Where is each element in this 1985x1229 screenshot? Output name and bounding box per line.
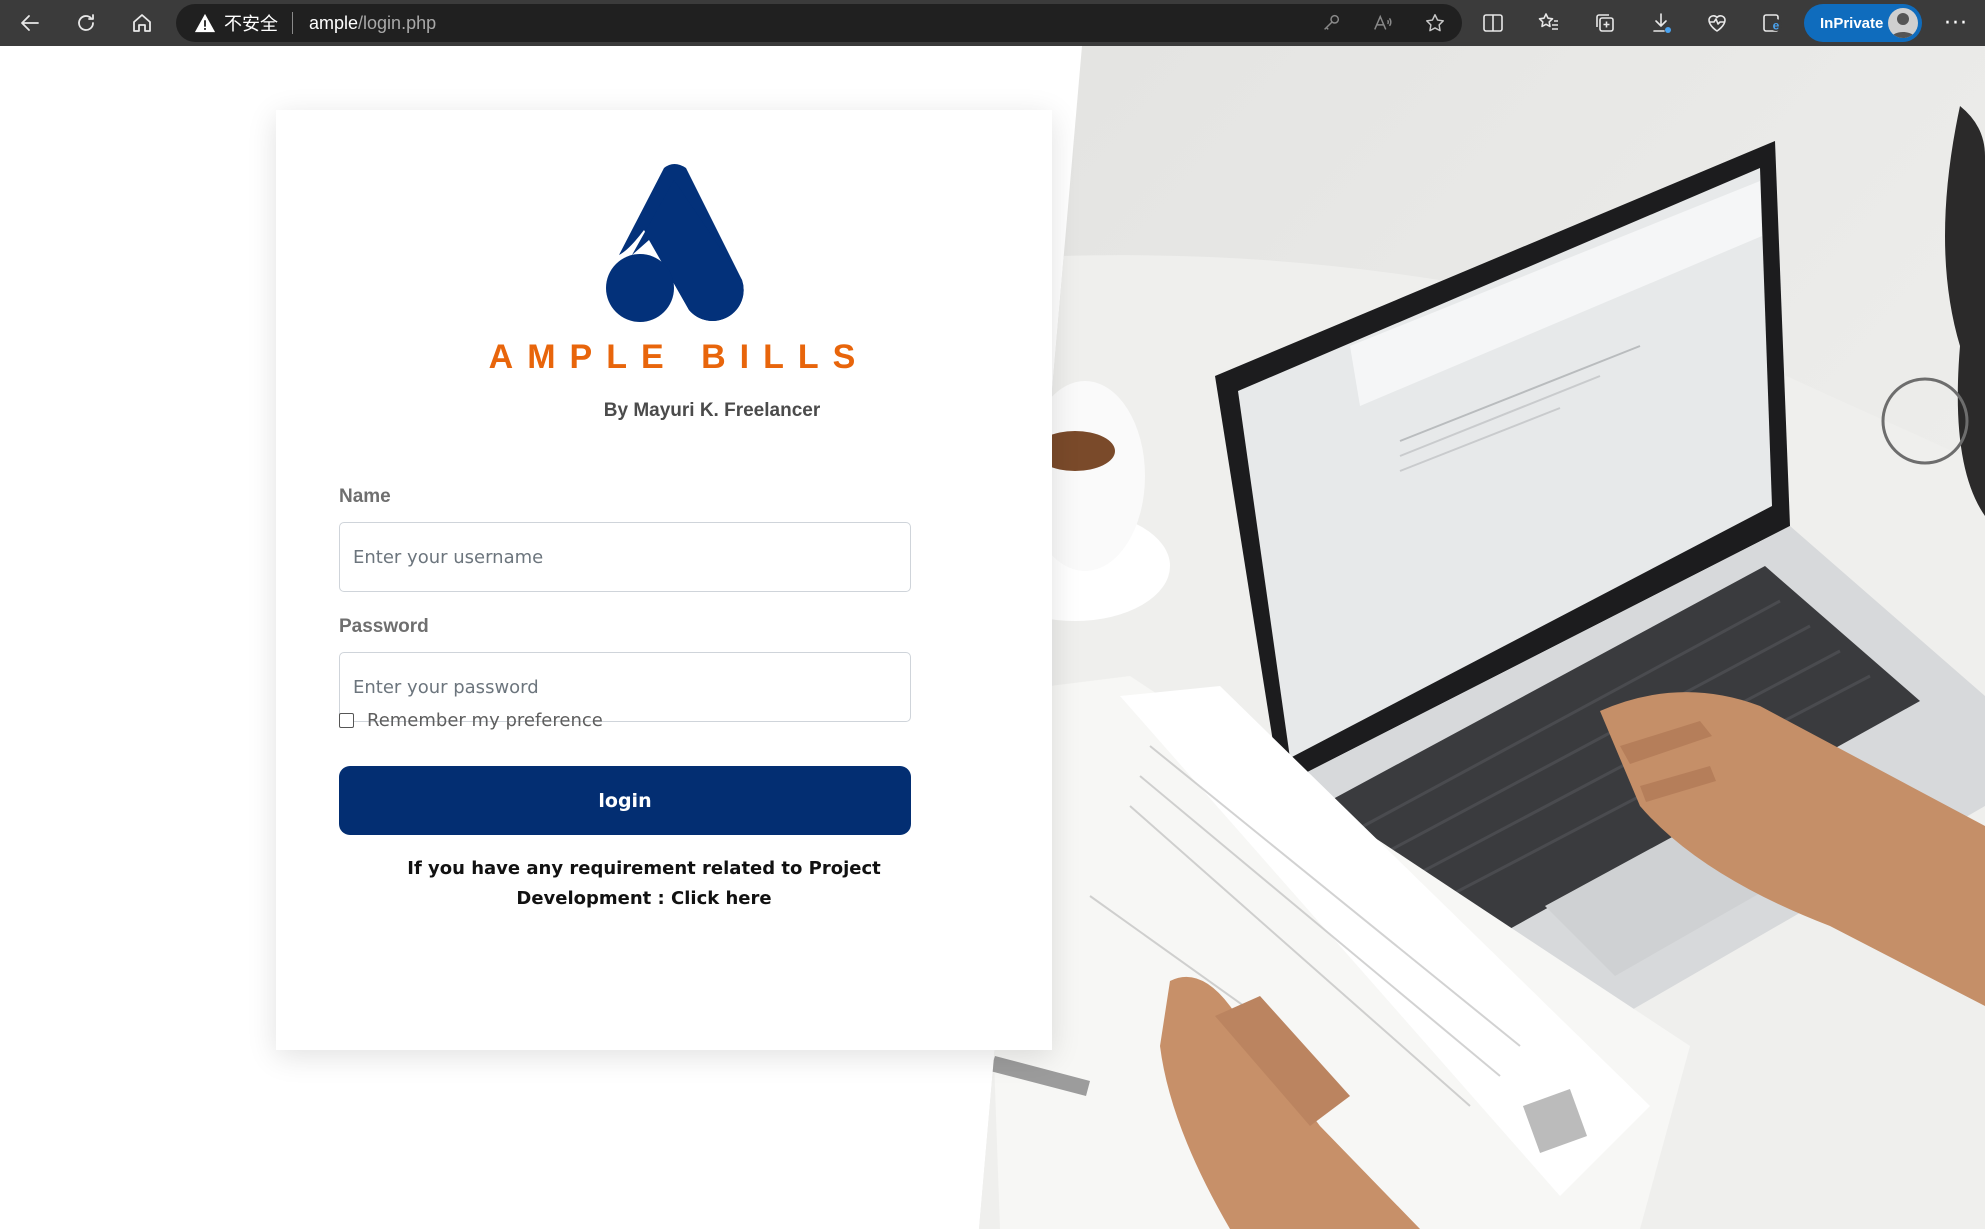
inprivate-button[interactable]: InPrivate [1804, 4, 1922, 42]
brand-byline: By Mayuri K. Freelancer [603, 400, 821, 421]
ie-mode-button[interactable]: e [1758, 8, 1788, 38]
key-icon[interactable] [1320, 12, 1342, 34]
profile-avatar [1888, 8, 1918, 38]
heartbeat-icon [1708, 15, 1726, 32]
password-label: Password [339, 616, 429, 637]
name-label: Name [339, 486, 391, 507]
address-bar[interactable]: 不安全 ample/login.php [176, 4, 1462, 42]
favorites-button[interactable] [1534, 8, 1564, 38]
refresh-icon [78, 14, 94, 31]
performance-button[interactable] [1702, 8, 1732, 38]
collections-button[interactable] [1590, 8, 1620, 38]
split-screen-button[interactable] [1478, 8, 1508, 38]
security-status[interactable]: 不安全 [224, 10, 278, 36]
url-host: ample [309, 12, 359, 33]
click-here-link[interactable]: Click here [671, 888, 772, 909]
remember-preference[interactable]: Remember my preference [339, 710, 603, 731]
collections-icon [1596, 14, 1614, 32]
read-aloud-icon[interactable] [1372, 12, 1394, 34]
favorite-star-icon[interactable] [1424, 12, 1446, 34]
project-requirement-note: If you have any requirement related to P… [339, 854, 949, 914]
warning-icon [194, 13, 216, 33]
settings-more-button[interactable]: ··· [1940, 8, 1972, 38]
address-divider [292, 12, 293, 34]
login-page: AMPLE BILLS By Mayuri K. Freelancer Name… [0, 46, 1985, 1229]
brand-name: AMPLE BILLS [488, 338, 870, 376]
favorites-list-icon [1538, 13, 1558, 30]
remember-label[interactable]: Remember my preference [367, 710, 603, 731]
remember-checkbox[interactable] [339, 713, 354, 728]
username-input[interactable] [339, 522, 911, 592]
split-screen-icon [1483, 14, 1503, 32]
browser-tools: e [1478, 0, 1788, 46]
address-actions [1320, 4, 1446, 42]
home-icon [133, 14, 151, 32]
download-icon [1653, 13, 1671, 33]
login-card: AMPLE BILLS By Mayuri K. Freelancer Name… [276, 110, 1052, 1050]
ie-mode-icon: e [1763, 14, 1782, 33]
refresh-button[interactable] [64, 4, 108, 42]
browser-toolbar: 不安全 ample/login.php e InPrivate ··· [0, 0, 1985, 46]
url-path: /login.php [358, 12, 437, 33]
inprivate-label: InPrivate [1820, 14, 1884, 32]
svg-text:e: e [1773, 19, 1780, 33]
back-button[interactable] [8, 4, 52, 42]
home-button[interactable] [120, 4, 164, 42]
login-button[interactable]: login [339, 766, 911, 835]
requirement-text: If you have any requirement related to P… [407, 858, 881, 909]
downloads-button[interactable] [1646, 8, 1676, 38]
back-arrow-icon [21, 15, 39, 31]
